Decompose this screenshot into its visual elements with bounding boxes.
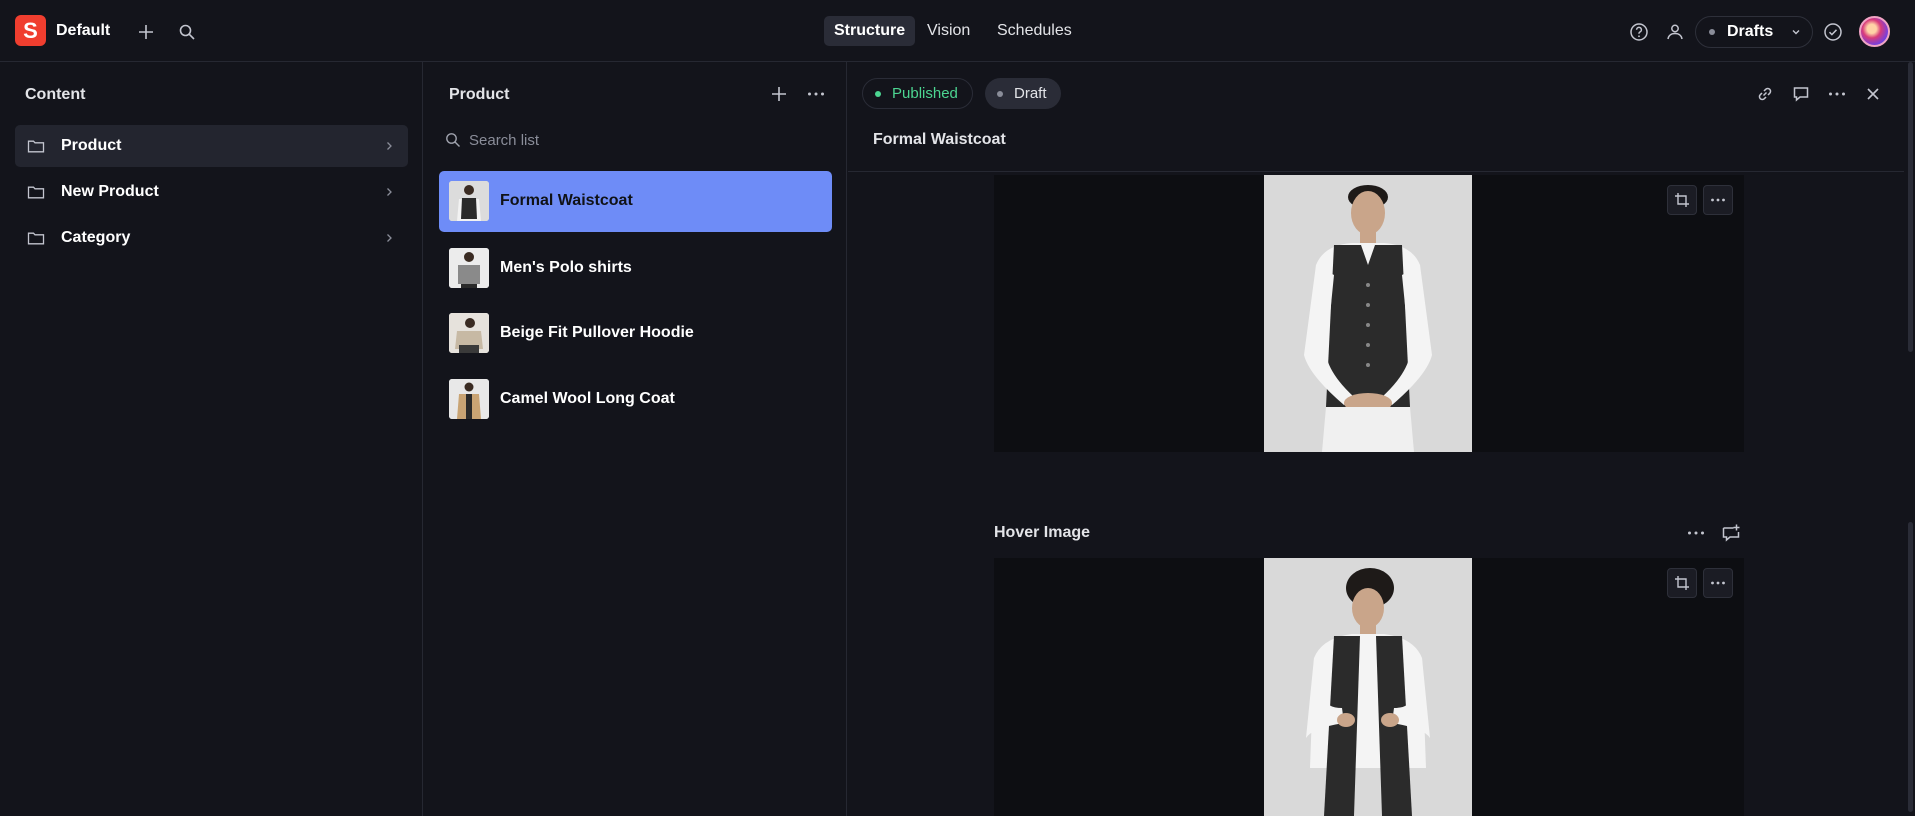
search-list xyxy=(439,124,832,156)
list-item-wool-long-coat[interactable]: Camel Wool Long Coat xyxy=(439,369,832,430)
hover-product-image xyxy=(1264,558,1472,816)
list-item-label: Beige Fit Pullover Hoodie xyxy=(500,324,694,341)
users-icon[interactable] xyxy=(1663,20,1687,44)
crop-icon[interactable] xyxy=(1667,185,1697,215)
product-thumbnail xyxy=(449,248,489,288)
list-item-label: Formal Waistcoat xyxy=(500,192,633,209)
tab-vision[interactable]: Vision xyxy=(917,16,980,46)
document-title: Formal Waistcoat xyxy=(873,131,1006,148)
chevron-right-icon xyxy=(384,186,394,198)
scrollbar-thumb[interactable] xyxy=(1908,522,1913,812)
help-icon[interactable] xyxy=(1627,20,1651,44)
product-pane-title: Product xyxy=(449,86,510,103)
folder-icon xyxy=(27,138,45,154)
product-thumbnail xyxy=(449,181,489,221)
link-icon[interactable] xyxy=(1753,82,1777,106)
plus-icon[interactable] xyxy=(134,20,158,44)
comment-icon[interactable] xyxy=(1789,82,1813,106)
content-pane-title: Content xyxy=(25,86,86,103)
product-thumbnail xyxy=(449,379,489,419)
status-published-label: Published xyxy=(892,85,958,102)
search-icon[interactable] xyxy=(175,20,199,44)
search-input[interactable] xyxy=(469,127,819,153)
scrollbar[interactable] xyxy=(1908,62,1913,352)
image-more-options-icon[interactable] xyxy=(1703,185,1733,215)
main-image-field[interactable] xyxy=(994,175,1744,452)
search-icon xyxy=(445,132,461,148)
product-list-pane: Product Formal Waistcoat Men's Polo shir… xyxy=(424,62,847,816)
perspective-label: Drafts xyxy=(1727,23,1774,40)
workspace-name[interactable]: Default xyxy=(56,22,110,40)
sidebar-item-label: Product xyxy=(61,137,122,154)
list-item-label: Camel Wool Long Coat xyxy=(500,390,675,407)
avatar[interactable] xyxy=(1859,16,1890,47)
sidebar-item-new-product[interactable]: New Product xyxy=(15,171,408,213)
add-comment-icon[interactable] xyxy=(1719,521,1743,545)
document-pane: Published Draft Formal Waistcoat Hover I… xyxy=(848,62,1915,816)
sidebar-item-label: Category xyxy=(61,229,131,246)
status-draft-badge[interactable]: Draft xyxy=(985,78,1061,109)
sidebar-item-category[interactable]: Category xyxy=(15,217,408,259)
image-more-options-icon[interactable] xyxy=(1703,568,1733,598)
crop-icon[interactable] xyxy=(1667,568,1697,598)
tab-schedules[interactable]: Schedules xyxy=(987,16,1082,46)
check-circle-icon[interactable] xyxy=(1821,20,1845,44)
studio-logo[interactable]: S xyxy=(15,15,46,46)
status-draft-label: Draft xyxy=(1014,85,1047,102)
top-bar: S Default Structure Vision Schedules Dra… xyxy=(0,0,1915,62)
sidebar-item-product[interactable]: Product xyxy=(15,125,408,167)
add-document-icon[interactable] xyxy=(767,82,791,106)
list-item-formal-waistcoat[interactable]: Formal Waistcoat xyxy=(439,171,832,232)
header-divider xyxy=(848,171,1904,172)
chevron-down-icon xyxy=(1790,26,1802,38)
more-options-icon[interactable] xyxy=(804,82,828,106)
list-item-polo-shirts[interactable]: Men's Polo shirts xyxy=(439,238,832,299)
product-image xyxy=(1264,175,1472,452)
published-dot xyxy=(875,90,881,97)
list-item-label: Men's Polo shirts xyxy=(500,259,632,276)
chevron-right-icon xyxy=(384,140,394,152)
status-published-badge[interactable]: Published xyxy=(862,78,973,109)
hover-image-label: Hover Image xyxy=(994,524,1091,541)
product-thumbnail xyxy=(449,313,489,353)
draft-dot xyxy=(997,90,1003,97)
hover-image-field[interactable] xyxy=(994,558,1744,816)
content-pane: Content Product New Product Category xyxy=(0,62,423,816)
tab-structure[interactable]: Structure xyxy=(824,16,916,46)
perspective-select[interactable]: Drafts xyxy=(1695,16,1813,48)
more-options-icon[interactable] xyxy=(1825,82,1849,106)
chevron-right-icon xyxy=(384,232,394,244)
field-more-options-icon[interactable] xyxy=(1684,521,1708,545)
folder-icon xyxy=(27,230,45,246)
folder-icon xyxy=(27,184,45,200)
list-item-pullover-hoodie[interactable]: Beige Fit Pullover Hoodie xyxy=(439,303,832,364)
drafts-status-dot xyxy=(1709,29,1715,35)
sidebar-item-label: New Product xyxy=(61,183,159,200)
close-icon[interactable] xyxy=(1861,82,1885,106)
